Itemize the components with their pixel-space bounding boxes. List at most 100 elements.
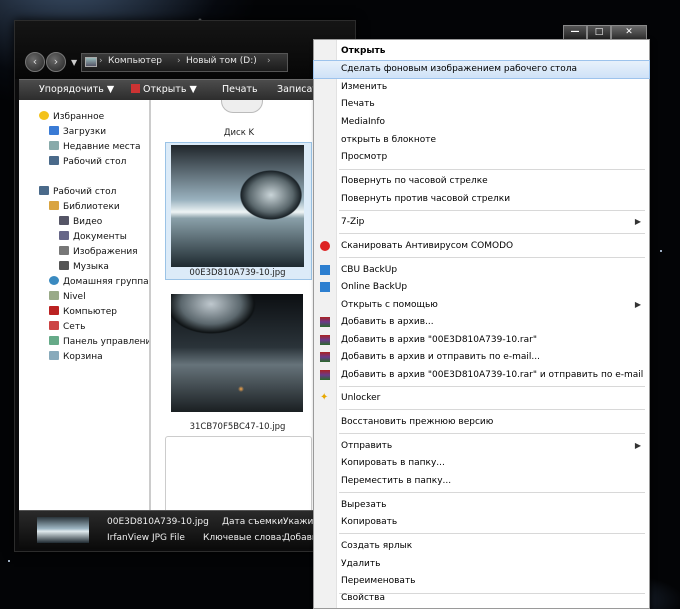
menu-separator [339,492,645,493]
sidebar-item-control-panel[interactable]: Панель управления [49,336,157,350]
menu-item-label: Сделать фоновым изображением рабочего ст… [341,64,578,74]
menu-item-label: Добавить в архив "00E3D810A739-10.rar" и… [341,370,644,380]
menu-item-rotate-clockwise[interactable]: Повернуть по часовой стрелке [314,173,649,190]
menu-item-label: Изменить [341,82,388,92]
menu-item-add-to-rar[interactable]: Добавить в архив "00E3D810A739-10.rar" [314,332,649,349]
comodo-icon [320,241,330,251]
sidebar-item-desktop-root[interactable]: Рабочий стол [39,186,116,200]
sidebar-item-recycle-bin[interactable]: Корзина [49,351,103,365]
menu-item-copy[interactable]: Копировать [314,514,649,531]
context-menu: Открыть Сделать фоновым изображением раб… [313,39,650,609]
menu-separator [339,409,645,410]
menu-item-label: Удалить [341,559,381,569]
drive-icon [221,100,263,113]
homegroup-icon [49,276,59,285]
menu-item-edit[interactable]: Изменить [314,79,649,96]
breadcrumb-separator-icon: › [99,56,103,66]
open-button[interactable]: Открыть ▼ [131,84,197,95]
sidebar-item-favorites[interactable]: Избранное [39,111,104,125]
history-dropdown-icon[interactable]: ▼ [71,58,77,67]
recent-places-icon [49,141,59,150]
sidebar-item-recent-places[interactable]: Недавние места [49,141,141,155]
menu-item-rotate-counterclockwise[interactable]: Повернуть против часовой стрелки [314,191,649,208]
menu-item-7zip[interactable]: 7-Zip ▶ [314,214,649,231]
menu-item-rename[interactable]: Переименовать [314,573,649,590]
sidebar-item-user[interactable]: Nivel [49,291,86,305]
sidebar-item-label: Домашняя группа [63,277,149,287]
sidebar-item-downloads[interactable]: Загрузки [49,126,106,140]
menu-separator [339,533,645,534]
sidebar-item-pictures[interactable]: Изображения [59,246,138,260]
menu-item-add-to-archive[interactable]: Добавить в архив... [314,314,649,331]
menu-item-cbu-backup[interactable]: CBU BackUp [314,262,649,279]
irfanview-icon [131,84,140,93]
menu-item-add-archive-email[interactable]: Добавить в архив и отправить по e-mail..… [314,349,649,366]
sidebar-item-desktop[interactable]: Рабочий стол [49,156,126,170]
star [8,560,10,562]
details-filename: 00E3D810A739-10.jpg [107,517,209,527]
menu-item-open-with[interactable]: Открыть с помощью ▶ [314,297,649,314]
sidebar-item-label: Музыка [73,262,109,272]
sidebar-item-libraries[interactable]: Библиотеки [49,201,120,215]
menu-item-mediainfo[interactable]: MediaInfo [314,114,649,131]
menu-item-restore-previous[interactable]: Восстановить прежнюю версию [314,414,649,431]
breadcrumb-computer[interactable]: Компьютер [108,56,162,66]
menu-item-comodo-scan[interactable]: Сканировать Антивирусом COMODO [314,238,649,255]
menu-item-add-rar-email[interactable]: Добавить в архив "00E3D810A739-10.rar" и… [314,367,649,384]
record-button[interactable]: Записат [277,84,318,95]
sidebar-item-homegroup[interactable]: Домашняя группа [49,276,149,290]
breadcrumb-separator-icon: › [267,56,271,66]
menu-item-delete[interactable]: Удалить [314,556,649,573]
address-bar[interactable]: › Компьютер › Новый том (D:) › [81,53,288,72]
winrar-icon [320,335,330,345]
music-icon [59,261,69,270]
menu-item-label: Повернуть по часовой стрелке [341,176,488,186]
menu-item-preview[interactable]: Просмотр [314,149,649,166]
menu-item-unlocker[interactable]: ✦ Unlocker [314,390,649,407]
breadcrumb-drive[interactable]: Новый том (D:) [186,56,257,66]
menu-item-label: 7-Zip [341,217,365,227]
menu-item-label: Просмотр [341,152,388,162]
menu-item-label: Создать ярлык [341,541,413,551]
sidebar-item-label: Компьютер [63,307,117,317]
menu-item-open-notepad[interactable]: открыть в блокноте [314,132,649,149]
file-name[interactable]: 31CB70F5BC47-10.jpg [165,422,310,432]
command-bar: Упорядочить ▼ Открыть ▼ Печать Записат [19,79,351,100]
sidebar-item-documents[interactable]: Документы [59,231,127,245]
menu-item-properties[interactable]: Свойства [314,590,649,607]
menu-item-label: Печать [341,99,375,109]
menu-separator [339,433,645,434]
navigation-bar: ‹ › ▼ › Компьютер › Новый том (D:) › [15,21,355,79]
menu-item-copy-to-folder[interactable]: Копировать в папку... [314,455,649,472]
menu-item-label: Восстановить прежнюю версию [341,417,494,427]
menu-item-send-to[interactable]: Отправить ▶ [314,438,649,455]
menu-item-cut[interactable]: Вырезать [314,497,649,514]
sidebar-item-computer[interactable]: Компьютер [49,306,117,320]
back-arrow-icon[interactable]: ‹ [25,52,45,72]
menu-item-label: Копировать [341,517,398,527]
file-tile[interactable] [165,436,312,510]
drive-label[interactable]: Диск K [209,128,269,138]
menu-item-label: Добавить в архив и отправить по e-mail..… [341,352,540,362]
sidebar-item-label: Сеть [63,322,86,332]
file-name[interactable]: 00E3D810A739-10.jpg [165,268,310,278]
organize-button[interactable]: Упорядочить ▼ [39,84,114,95]
menu-item-set-wallpaper[interactable]: Сделать фоновым изображением рабочего ст… [313,60,650,79]
user-icon [49,291,59,300]
sidebar-item-music[interactable]: Музыка [59,261,109,275]
menu-item-create-shortcut[interactable]: Создать ярлык [314,538,649,555]
menu-item-label: Добавить в архив "00E3D810A739-10.rar" [341,335,537,345]
forward-arrow-icon[interactable]: › [46,52,66,72]
menu-item-label: Вырезать [341,500,387,510]
magic-wand-icon: ✦ [320,392,329,403]
sidebar-item-video[interactable]: Видео [59,216,102,230]
menu-item-print[interactable]: Печать [314,96,649,113]
menu-item-move-to-folder[interactable]: Переместить в папку... [314,473,649,490]
sidebar-item-label: Библиотеки [63,202,120,212]
sidebar-item-network[interactable]: Сеть [49,321,85,335]
menu-item-label: Переименовать [341,576,416,586]
print-button[interactable]: Печать [222,84,258,95]
menu-item-online-backup[interactable]: Online BackUp [314,279,649,296]
menu-item-open[interactable]: Открыть [314,43,649,60]
sidebar-item-label: Изображения [73,247,138,257]
